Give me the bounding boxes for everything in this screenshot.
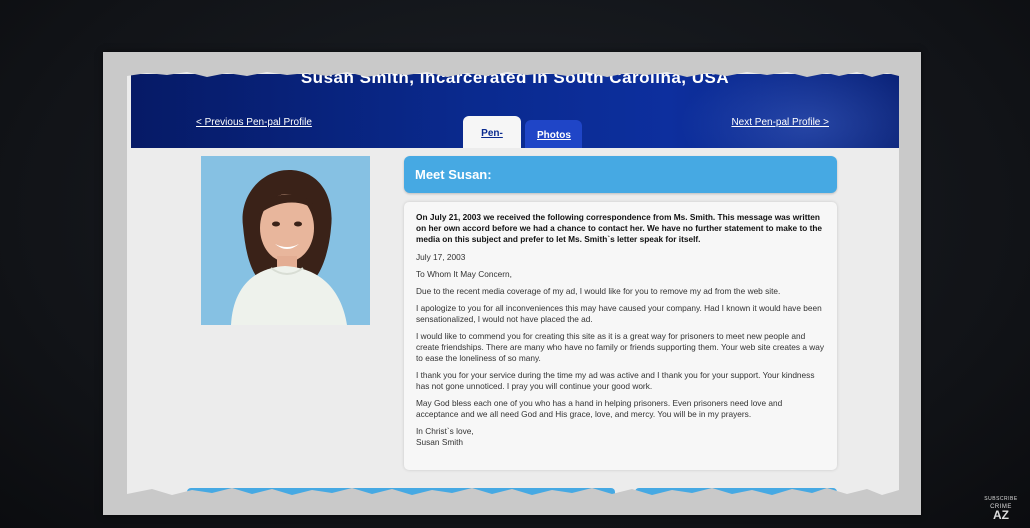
profile-header: Susan Smith, Incarcerated in South Carol… <box>131 74 899 148</box>
torn-edge-top <box>127 70 899 77</box>
webpage: Susan Smith, Incarcerated in South Carol… <box>127 70 899 500</box>
letter-paragraph: I would like to commend you for creating… <box>416 331 824 363</box>
letter-paragraph: May God bless each one of you who has a … <box>416 398 783 419</box>
meet-heading: Meet Susan: <box>415 167 492 182</box>
letter-signature: Susan Smith <box>416 437 464 447</box>
channel-logo: AZ <box>993 508 1009 522</box>
editor-note: On July 21, 2003 we received the followi… <box>416 212 823 244</box>
previous-profile-link[interactable]: < Previous Pen-pal Profile <box>196 117 312 128</box>
letter-closing: In Christ`s love, <box>416 426 474 436</box>
next-profile-link[interactable]: Next Pen-pal Profile > <box>731 117 829 128</box>
letter-date: July 17, 2003 <box>416 252 466 262</box>
letter-paragraph: Due to the recent media coverage of my a… <box>416 286 781 296</box>
subscribe-label: SUBSCRIBE <box>984 496 1018 502</box>
tab-photos[interactable]: Photos <box>525 120 582 148</box>
screenshot-frame: Susan Smith, Incarcerated in South Carol… <box>103 52 921 515</box>
channel-watermark[interactable]: SUBSCRIBE CRIME AZ <box>980 496 1022 521</box>
profile-tabs: Pen-pal Photos <box>463 116 582 148</box>
letter-paragraph: I apologize to you for all inconvenience… <box>416 303 822 324</box>
torn-edge-bottom <box>127 488 899 500</box>
tab-pen-pal[interactable]: Pen-pal <box>463 116 521 148</box>
letter-salutation: To Whom It May Concern, <box>416 269 512 279</box>
letter-panel: On July 21, 2003 we received the followi… <box>404 202 837 470</box>
letter-paragraph: I thank you for your service during the … <box>416 370 815 391</box>
meet-heading-bar: Meet Susan: <box>404 156 837 193</box>
woman-portrait-image <box>201 156 370 325</box>
profile-photo <box>201 156 370 325</box>
